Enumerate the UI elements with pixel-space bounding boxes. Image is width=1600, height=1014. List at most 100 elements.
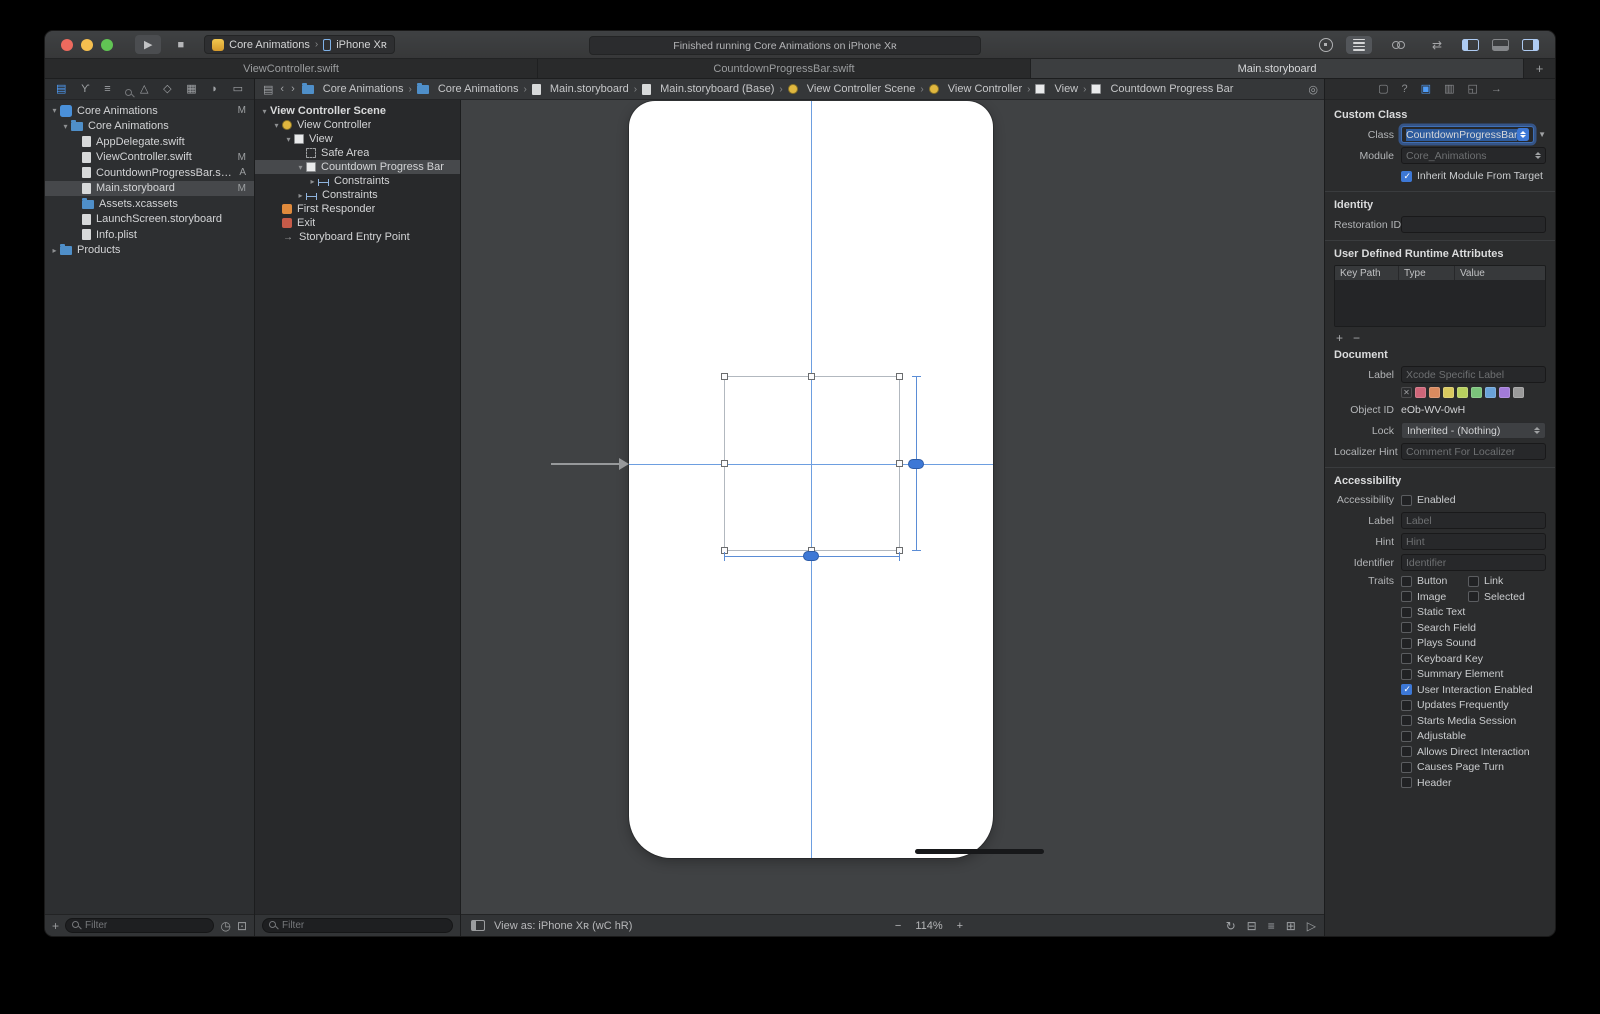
- runtime-attributes-body[interactable]: [1335, 280, 1545, 326]
- new-tab-button[interactable]: +: [1524, 59, 1555, 78]
- outline-item[interactable]: ▾Countdown Progress Bar: [255, 160, 460, 174]
- breadcrumb-item[interactable]: View Controller Scene: [788, 83, 916, 95]
- navigator-filter-input[interactable]: Filter: [65, 918, 214, 933]
- standard-editor-button[interactable]: [1346, 36, 1372, 54]
- accessibility-identifier-field[interactable]: Identifier: [1401, 554, 1546, 571]
- navigator-item[interactable]: Main.storyboardM: [45, 181, 254, 197]
- assistant-editor-button[interactable]: [1385, 38, 1412, 52]
- restoration-id-field[interactable]: [1401, 216, 1546, 233]
- project-navigator-icon[interactable]: ▤: [56, 84, 66, 95]
- trait-checkbox[interactable]: [1401, 762, 1412, 773]
- storyboard-canvas[interactable]: View as: iPhone Xʀ (wC hR) − 114% + ↻⊟≡⊞…: [461, 100, 1326, 936]
- disclosure-triangle-icon[interactable]: ▾: [60, 122, 71, 131]
- breadcrumb-item[interactable]: Main.storyboard (Base): [642, 83, 774, 95]
- accessibility-label-field[interactable]: Label: [1401, 512, 1546, 529]
- module-field[interactable]: Core_Animations: [1401, 147, 1546, 164]
- navigator-item[interactable]: ▾Core AnimationsM: [45, 103, 254, 119]
- back-button[interactable]: ‹: [280, 83, 284, 95]
- outline-item[interactable]: ▾View: [255, 132, 460, 146]
- outline-item[interactable]: Safe Area: [255, 146, 460, 160]
- version-editor-button[interactable]: ⇄: [1425, 35, 1449, 55]
- forward-button[interactable]: ›: [291, 83, 295, 95]
- chevron-down-icon[interactable]: ▼: [1538, 130, 1546, 139]
- disclosure-triangle-icon[interactable]: ▸: [295, 191, 306, 200]
- trait-checkbox[interactable]: [1401, 607, 1412, 618]
- trait-checkbox[interactable]: [1401, 700, 1412, 711]
- counterparts-icon[interactable]: ◎: [1308, 83, 1318, 96]
- disclosure-triangle-icon[interactable]: ▾: [295, 163, 306, 172]
- toggle-inspector-button[interactable]: [1522, 39, 1539, 51]
- constraint-badge[interactable]: [803, 551, 819, 561]
- trait-checkbox[interactable]: [1401, 653, 1412, 664]
- color-swatch[interactable]: [1415, 387, 1426, 398]
- trait-checkbox[interactable]: [1401, 746, 1412, 757]
- toggle-navigator-button[interactable]: [1462, 39, 1479, 51]
- color-swatch[interactable]: [1485, 387, 1496, 398]
- inherit-module-checkbox[interactable]: [1401, 171, 1412, 182]
- source-control-navigator-icon[interactable]: ϒ: [81, 84, 90, 95]
- navigator-item[interactable]: Assets.xcassets: [45, 196, 254, 212]
- issue-navigator-icon[interactable]: △: [140, 84, 148, 95]
- breadcrumb-item[interactable]: Main.storyboard: [532, 83, 629, 95]
- toggle-document-outline-icon[interactable]: [471, 920, 485, 931]
- trait-checkbox[interactable]: [1401, 638, 1412, 649]
- color-swatch[interactable]: [1429, 387, 1440, 398]
- trait-checkbox[interactable]: [1401, 684, 1412, 695]
- zoom-in-button[interactable]: +: [957, 920, 963, 932]
- navigator-item[interactable]: Info.plist: [45, 227, 254, 243]
- zoom-level[interactable]: 114%: [915, 920, 942, 932]
- test-navigator-icon[interactable]: ◇: [163, 84, 171, 95]
- trait-checkbox[interactable]: [1401, 777, 1412, 788]
- disclosure-triangle-icon[interactable]: ▾: [259, 107, 270, 116]
- identity-inspector-tab[interactable]: ▣: [1421, 84, 1431, 95]
- no-color-swatch[interactable]: ✕: [1401, 387, 1412, 398]
- editor-tab[interactable]: CountdownProgressBar.swift: [538, 59, 1031, 78]
- debug-navigator-icon[interactable]: ▦: [186, 84, 196, 95]
- selection-handle[interactable]: [721, 460, 728, 467]
- breadcrumb-item[interactable]: Countdown Progress Bar: [1091, 83, 1233, 95]
- class-stepper[interactable]: [1517, 128, 1529, 141]
- accessibility-hint-field[interactable]: Hint: [1401, 533, 1546, 550]
- file-inspector-tab[interactable]: ▢: [1378, 84, 1388, 95]
- outline-item[interactable]: First Responder: [255, 202, 460, 216]
- zoom-out-button[interactable]: −: [895, 920, 901, 932]
- navigator-item[interactable]: ▸Products: [45, 243, 254, 259]
- outline-item[interactable]: ▾View Controller Scene: [255, 104, 460, 118]
- trait-checkbox[interactable]: [1401, 731, 1412, 742]
- disclosure-triangle-icon[interactable]: ▾: [49, 106, 60, 115]
- trait-checkbox[interactable]: [1468, 576, 1479, 587]
- outline-item[interactable]: ▾View Controller: [255, 118, 460, 132]
- outline-item[interactable]: ▸Constraints: [255, 188, 460, 202]
- quick-help-inspector-tab[interactable]: ?: [1402, 84, 1408, 95]
- library-button[interactable]: [1319, 38, 1333, 52]
- navigator-item[interactable]: ViewController.swiftM: [45, 150, 254, 166]
- disclosure-triangle-icon[interactable]: ▸: [49, 246, 60, 255]
- navigator-item[interactable]: CountdownProgressBar.swiftA: [45, 165, 254, 181]
- accessibility-enabled-checkbox[interactable]: [1401, 495, 1412, 506]
- toggle-debug-area-button[interactable]: [1492, 39, 1509, 51]
- navigator-item[interactable]: ▾Core Animations: [45, 119, 254, 135]
- related-items-icon[interactable]: ▤: [263, 83, 273, 96]
- view-as-label[interactable]: View as: iPhone Xʀ (wC hR): [494, 920, 632, 932]
- disclosure-triangle-icon[interactable]: ▸: [307, 177, 318, 186]
- source-control-filter-icon[interactable]: ⊡: [237, 919, 247, 933]
- symbol-navigator-icon[interactable]: ≡: [104, 84, 110, 95]
- selection-handle[interactable]: [808, 373, 815, 380]
- disclosure-triangle-icon[interactable]: ▾: [283, 135, 294, 144]
- add-constraints-icon[interactable]: ⊞: [1286, 920, 1296, 932]
- connections-inspector-tab[interactable]: →: [1491, 84, 1502, 95]
- breadcrumb-item[interactable]: View Controller: [929, 83, 1022, 95]
- document-label-field[interactable]: Xcode Specific Label: [1401, 366, 1546, 383]
- selection-handle[interactable]: [896, 460, 903, 467]
- localizer-hint-field[interactable]: Comment For Localizer: [1401, 443, 1546, 460]
- editor-tab[interactable]: Main.storyboard: [1031, 59, 1524, 78]
- breadcrumb-item[interactable]: Core Animations: [417, 83, 519, 95]
- minimize-window-button[interactable]: [81, 39, 93, 51]
- color-swatch[interactable]: [1513, 387, 1524, 398]
- add-file-button[interactable]: +: [52, 919, 59, 933]
- constraint-badge[interactable]: [908, 459, 924, 469]
- trait-checkbox[interactable]: [1401, 576, 1412, 587]
- add-attribute-button[interactable]: +: [1336, 331, 1343, 345]
- trait-checkbox[interactable]: [1401, 622, 1412, 633]
- trait-checkbox[interactable]: [1468, 591, 1479, 602]
